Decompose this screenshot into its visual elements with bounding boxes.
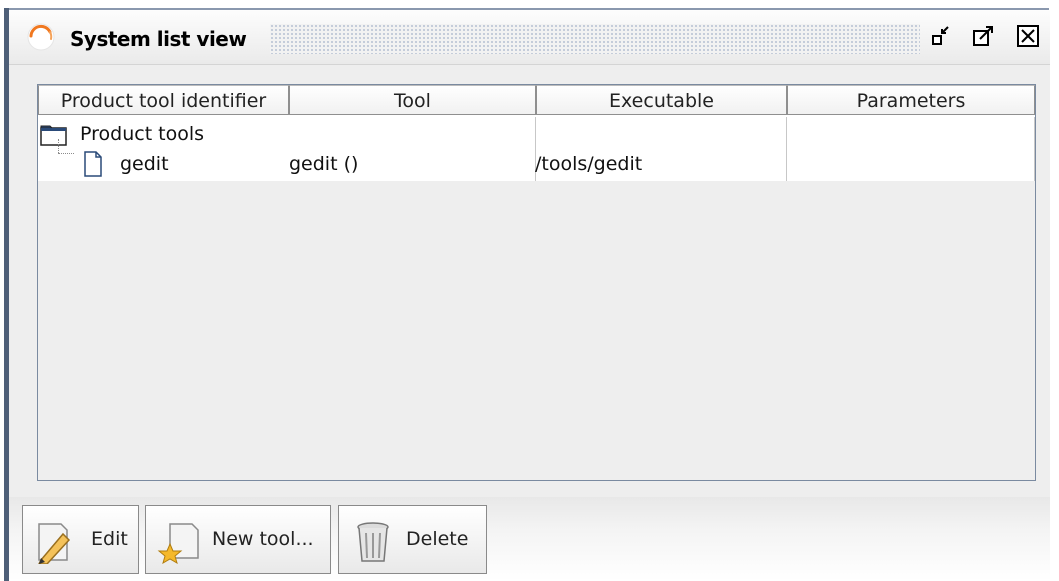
title-bar-drag-area[interactable] — [270, 24, 920, 54]
row-executable: /tools/gedit — [535, 153, 643, 175]
row-identifier: Product tools — [80, 123, 205, 145]
row-tool: gedit () — [289, 153, 359, 175]
close-icon[interactable] — [1014, 22, 1042, 50]
delete-button[interactable]: Delete — [338, 505, 487, 574]
new-tool-button[interactable]: New tool... — [145, 505, 331, 574]
folder-icon — [40, 125, 67, 146]
edit-icon — [38, 523, 71, 564]
tool-tree-table[interactable]: Product tool identifier Tool Executable … — [37, 84, 1036, 481]
edit-button[interactable]: Edit — [22, 505, 139, 574]
column-header-product-tool-identifier[interactable]: Product tool identifier — [38, 85, 289, 115]
document-icon — [84, 151, 102, 177]
new-tool-icon — [157, 523, 199, 564]
window-title: System list view — [70, 27, 247, 51]
edit-button-label: Edit — [91, 528, 128, 550]
system-list-view-window: System list view Product tool identifier… — [0, 0, 1059, 581]
new-tool-button-label: New tool... — [212, 528, 314, 550]
trash-icon — [357, 522, 389, 562]
table-row[interactable]: Product tools — [38, 121, 1035, 149]
column-header-parameters[interactable]: Parameters — [787, 85, 1035, 115]
delete-button-label: Delete — [406, 528, 469, 550]
orange-spinner-icon — [27, 23, 55, 51]
table-body: Product tools gedit gedit () /tools/gedi… — [38, 117, 1035, 181]
table-header: Product tool identifier Tool Executable … — [38, 85, 1035, 117]
maximize-icon[interactable] — [970, 22, 998, 50]
table-row[interactable]: gedit gedit () /tools/gedit — [38, 151, 1035, 179]
row-identifier: gedit — [120, 153, 169, 175]
column-header-executable[interactable]: Executable — [536, 85, 787, 115]
column-header-tool[interactable]: Tool — [289, 85, 536, 115]
minimize-icon[interactable] — [928, 22, 956, 50]
